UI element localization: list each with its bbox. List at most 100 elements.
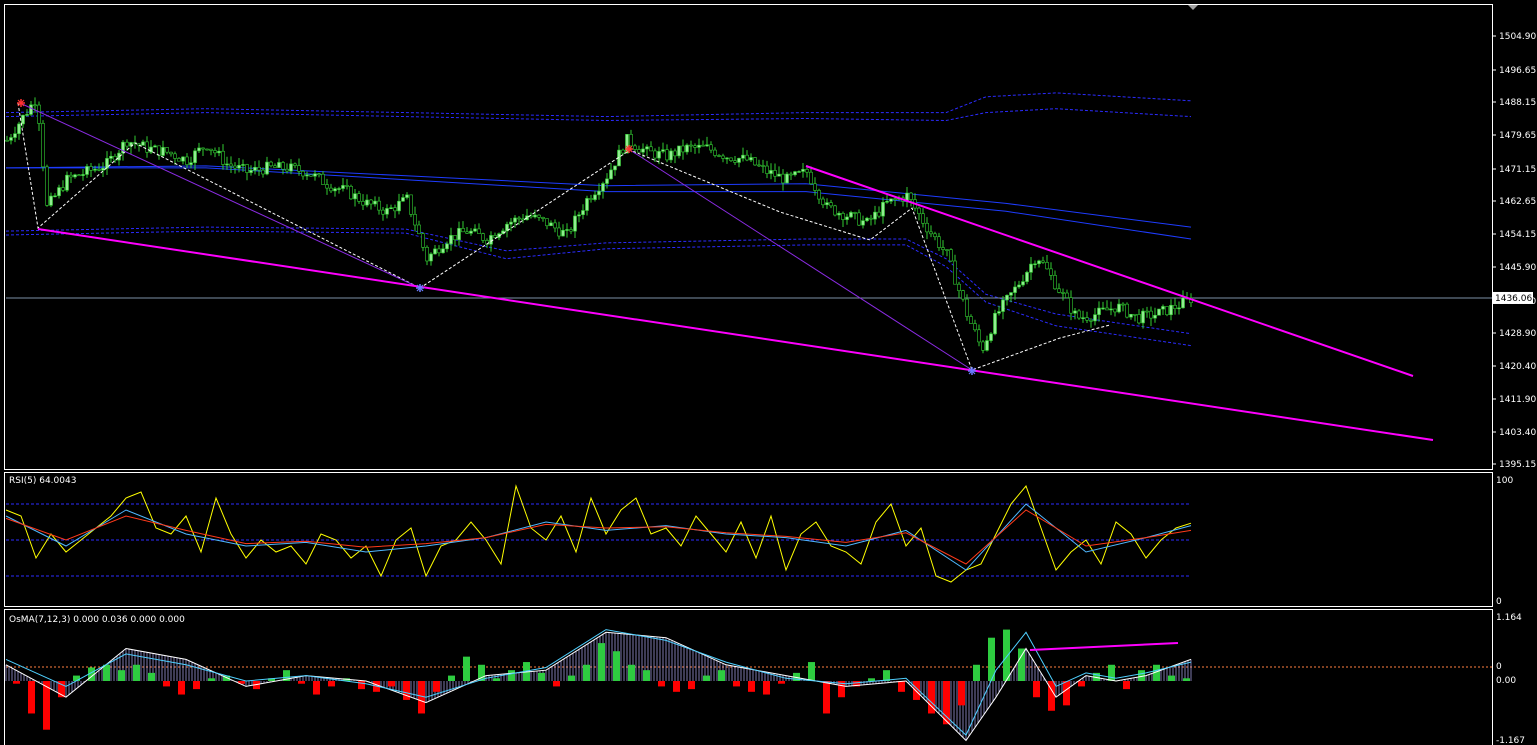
- trading-chart[interactable]: RSI(5) 64.0043 OsMA(7,12,3) 0.000 0.036 …: [0, 0, 1537, 745]
- osma-positive-bar: [628, 664, 635, 681]
- candle-body: [205, 148, 209, 151]
- price-tick-label: 1462.65: [1499, 197, 1536, 207]
- osma-positive-bar: [718, 670, 725, 681]
- candle-body: [177, 158, 181, 162]
- candle-body: [509, 221, 513, 225]
- candle-body: [541, 217, 545, 219]
- candle-body: [293, 163, 297, 166]
- candle-body: [89, 166, 93, 171]
- candle-body: [597, 190, 601, 196]
- candle-body: [1137, 314, 1141, 324]
- osma-negative-bar: [1063, 681, 1070, 706]
- candle-body: [85, 166, 89, 175]
- candle-body: [369, 199, 373, 205]
- candle-body: [633, 145, 637, 150]
- candle-body: [993, 312, 997, 335]
- osma-negative-bar: [388, 681, 395, 687]
- candle-body: [317, 173, 321, 176]
- candle-body: [309, 174, 313, 177]
- candle-body: [813, 183, 817, 191]
- candle-body: [201, 147, 205, 150]
- osma-negative-bar: [298, 681, 305, 684]
- candle-body: [773, 170, 777, 177]
- candle-body: [1101, 307, 1105, 310]
- candle-body: [325, 184, 329, 189]
- candle-body: [353, 193, 357, 200]
- candle-body: [25, 114, 29, 116]
- candle-body: [1085, 317, 1089, 321]
- price-tick-label: 1504.90: [1499, 32, 1536, 42]
- candle-body: [965, 298, 969, 317]
- candle-body: [969, 316, 973, 324]
- osma-positive-bar: [493, 678, 500, 681]
- candle-body: [213, 150, 217, 154]
- candle-body: [29, 104, 33, 115]
- candle-body: [45, 166, 49, 206]
- candle-body: [945, 249, 949, 251]
- osma-negative-bar: [313, 681, 320, 695]
- candle-body: [605, 178, 609, 184]
- candle-body: [629, 134, 633, 147]
- candle-body: [781, 173, 785, 184]
- osma-negative-bar: [358, 681, 365, 690]
- candle-body: [429, 253, 433, 262]
- candle-body: [349, 186, 353, 200]
- osma-negative-bar: [748, 681, 755, 692]
- candle-body: [721, 155, 725, 159]
- osma-negative-bar: [1123, 681, 1130, 690]
- candle-body: [657, 151, 661, 159]
- candle-body: [789, 173, 793, 176]
- candle-body: [525, 215, 529, 221]
- candle-body: [513, 217, 517, 223]
- price-tick-label: 1420.40: [1499, 362, 1536, 372]
- osma-negative-bar: [403, 681, 410, 700]
- candle-body: [957, 283, 961, 291]
- candle-body: [1061, 292, 1065, 294]
- candle-body: [797, 171, 801, 173]
- candle-body: [277, 162, 281, 168]
- candle-body: [1073, 310, 1077, 314]
- osma-negative-bar: [673, 681, 680, 692]
- osma-negative-bar: [553, 681, 560, 687]
- candle-body: [357, 193, 361, 202]
- candle-body: [189, 162, 193, 165]
- candle-body: [289, 163, 293, 172]
- candle-body: [269, 161, 273, 167]
- candle-body: [97, 168, 101, 171]
- candle-body: [877, 211, 881, 217]
- candle-body: [649, 146, 653, 152]
- candle-body: [837, 213, 841, 216]
- candle-body: [553, 222, 557, 229]
- candle-body: [257, 166, 261, 171]
- osma-title: OsMA(7,12,3) 0.000 0.036 0.000 0.000: [9, 615, 185, 625]
- candle-body: [493, 235, 497, 238]
- candle-body: [1105, 307, 1109, 311]
- candle-body: [165, 147, 169, 153]
- osma-positive-bar: [1003, 629, 1010, 681]
- candle-body: [997, 311, 1001, 314]
- candle-body: [265, 161, 269, 175]
- candle-body: [1173, 304, 1177, 309]
- osma-positive-bar: [643, 670, 650, 681]
- osma-positive-bar: [808, 662, 815, 681]
- candle-body: [737, 157, 741, 163]
- candle-body: [273, 165, 277, 168]
- candle-body: [785, 173, 789, 184]
- candle-body: [321, 173, 325, 185]
- candle-body: [933, 233, 937, 238]
- osma-negative-bar: [178, 681, 185, 695]
- osma-positive-bar: [868, 678, 875, 681]
- candle-body: [949, 249, 953, 262]
- candle-body: [621, 149, 625, 154]
- candle-body: [681, 145, 685, 153]
- price-tick-label: 1479.65: [1499, 131, 1536, 141]
- candle-body: [665, 149, 669, 161]
- candle-body: [889, 198, 893, 202]
- osma-positive-bar: [613, 651, 620, 681]
- candle-body: [533, 214, 537, 218]
- candle-body: [765, 165, 769, 174]
- candle-body: [397, 200, 401, 212]
- candle-body: [341, 185, 345, 189]
- candle-body: [145, 141, 149, 153]
- candle-body: [1013, 286, 1017, 293]
